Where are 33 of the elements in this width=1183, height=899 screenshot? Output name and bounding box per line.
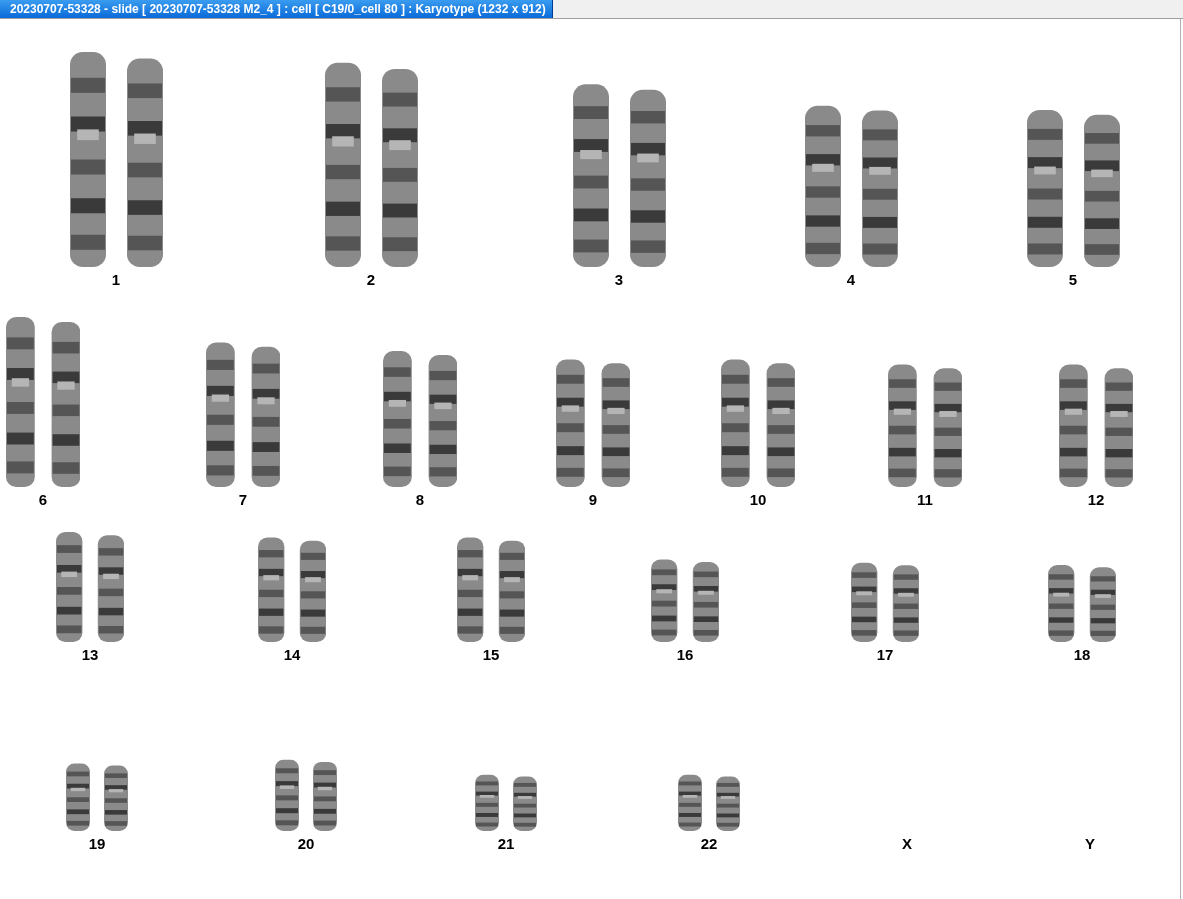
chromosome-number-label: 9 [588, 491, 598, 508]
chromosome-number-label: 19 [88, 835, 106, 852]
chromosome-number-label: 16 [676, 646, 694, 663]
chromosome-number-label: 10 [749, 491, 767, 508]
chromosome-number-label: 15 [482, 646, 500, 663]
chromosome-drawing [275, 759, 299, 831]
chromosome-number-label: 1 [111, 271, 121, 288]
chromosome-drawing [716, 776, 740, 831]
chromosome-number-label: 21 [497, 835, 515, 852]
chromosome-number-label: Y [1085, 835, 1095, 852]
chromosome-number-label: 20 [297, 835, 315, 852]
chromosome-number-label: 22 [700, 835, 718, 852]
chromosome-number-label: 8 [415, 491, 425, 508]
chromosome-number-label: 12 [1087, 491, 1105, 508]
window-title-tab[interactable]: 20230707-53328 - slide [ 20230707-53328 M2_4 ] : cell [ C19/0_cell 80 ] : Karyotype (1232 x 912) [0, 0, 553, 18]
chromosome-number-label: 2 [366, 271, 376, 288]
chromosome-number-label: 3 [614, 271, 624, 288]
chromosome-drawing [313, 761, 337, 831]
chromosome-number-label: 7 [238, 491, 248, 508]
chromosome-number-label: 4 [846, 271, 856, 288]
chromosome-drawing [104, 765, 128, 831]
chromosome-drawing [66, 763, 90, 831]
chromosome-number-label: 17 [876, 646, 894, 663]
chromosome-drawing [513, 776, 537, 831]
chromosome-drawing [475, 774, 499, 831]
chromosome-number-label: 13 [81, 646, 99, 663]
chromosome-drawing [678, 774, 702, 831]
chromosome-number-label: 14 [283, 646, 301, 663]
chromosome-number-label: X [902, 835, 912, 852]
chromosome-number-label: 18 [1073, 646, 1091, 663]
chromosome-number-label: 5 [1068, 271, 1078, 288]
chromosome-number-label: 11 [917, 491, 933, 508]
chromosome-number-label: 6 [38, 491, 48, 508]
